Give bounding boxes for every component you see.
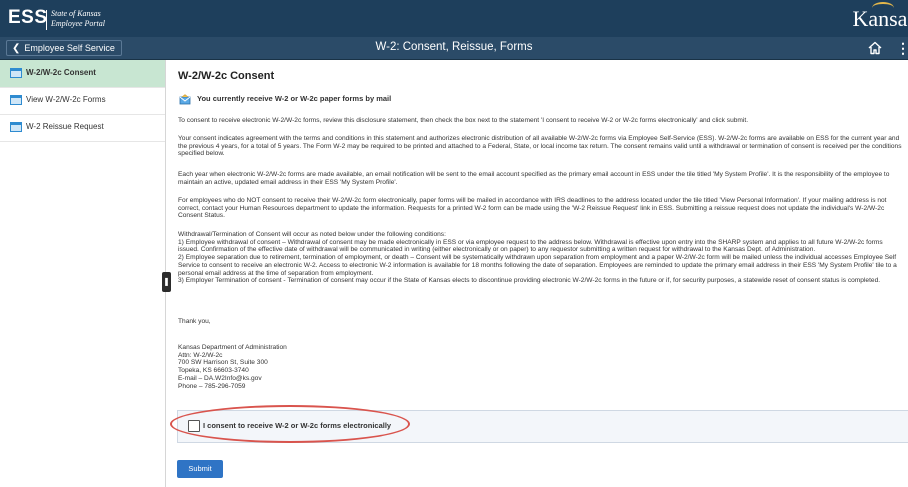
disclosure-withdrawal-terms: Withdrawal/Termination of Consent will o… (178, 231, 897, 285)
logo-divider (46, 10, 47, 30)
sidebar-item-label: W-2/W-2c Consent (26, 68, 96, 77)
kansas-logo: Kansas (852, 6, 908, 31)
sidebar-item-consent[interactable]: W-2/W-2c Consent (0, 60, 165, 88)
disclosure-email-notification: Each year when electronic W-2/W-2c forms… (178, 171, 890, 186)
paper-forms-notice: You currently receive W-2 or W-2c paper … (197, 94, 392, 103)
sidebar-item-label: W-2 Reissue Request (26, 122, 104, 131)
navigation-bar: ❮ Employee Self Service W-2: Consent, Rei… (0, 37, 908, 60)
form-icon (10, 122, 22, 132)
sidebar-item-label: View W-2/W-2c Forms (26, 95, 106, 104)
closing-thanks: Thank you, (178, 318, 211, 325)
consent-checkbox-label[interactable]: I consent to receive W-2 or W-2c forms e… (203, 421, 391, 430)
form-icon (10, 95, 22, 105)
sidebar-item-view-forms[interactable]: View W-2/W-2c Forms (0, 87, 165, 115)
home-icon[interactable] (866, 39, 884, 57)
app-header: ESS State of Kansas Employee Portal Kans… (0, 0, 908, 37)
disclosure-intro: To consent to receive electronic W-2/W-2… (178, 117, 749, 124)
disclosure-consent-terms: Your consent indicates agreement with th… (178, 135, 902, 158)
logo-tagline-state: State of Kansas (51, 9, 101, 18)
consent-panel: I consent to receive W-2 or W-2c forms e… (170, 405, 908, 443)
sidebar-item-reissue-request[interactable]: W-2 Reissue Request (0, 114, 165, 142)
disclosure-paper-forms: For employees who do NOT consent to rece… (178, 197, 887, 220)
main-content: W-2/W-2c Consent You currently receive W… (170, 60, 908, 487)
content-heading: W-2/W-2c Consent (178, 70, 275, 82)
form-icon (10, 68, 22, 78)
kebab-menu-icon[interactable]: ⋮ (896, 39, 908, 57)
consent-checkbox[interactable] (188, 420, 200, 432)
submit-button[interactable]: Submit (177, 460, 223, 478)
sidebar: W-2/W-2c Consent View W-2/W-2c Forms W-2… (0, 60, 166, 487)
page-title: W-2: Consent, Reissue, Forms (375, 41, 533, 53)
ess-logo: ESS (8, 7, 48, 28)
mail-icon (179, 94, 191, 105)
logo-tagline-portal: Employee Portal (51, 19, 105, 28)
contact-address: Kansas Department of Administration Attn… (178, 344, 287, 390)
logo-tagline: State of Kansas Employee Portal (51, 9, 105, 29)
